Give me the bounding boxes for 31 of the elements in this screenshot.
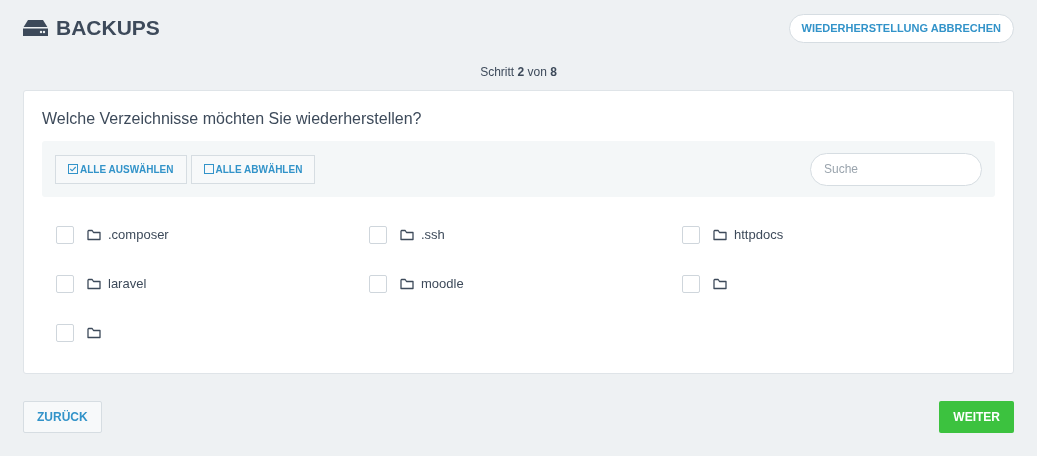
search-field[interactable]: Suche [810,152,982,186]
folder-name: httpdocs [734,226,784,245]
folder-icon [400,278,414,290]
folder-name: .composer [108,226,169,245]
folder-checkbox[interactable] [56,226,74,244]
folder-name: .ssh [421,226,445,245]
folder-checkbox[interactable] [56,275,74,293]
page-title: BACKUPS [56,15,160,42]
hard-drive-icon [23,20,48,36]
folder-name: moodle [421,275,464,294]
folder-icon [400,229,414,241]
back-button[interactable]: ZURÜCK [23,401,102,433]
folder-icon [87,327,101,339]
cancel-restore-button[interactable]: WIEDERHERSTELLUNG ABBRECHEN [788,13,1014,43]
folder-icon [713,229,727,241]
deselect-all-button[interactable]: ALLE ABWÄHLEN [190,154,316,184]
folder-icon [87,278,101,290]
empty-box-icon [203,164,214,174]
select-all-button[interactable]: ALLE AUSWÄHLEN [55,154,187,184]
folder-checkbox[interactable] [369,226,387,244]
folder-checkbox[interactable] [56,324,74,342]
folder-icon [87,229,101,241]
folder-icon [713,278,727,290]
checked-box-icon [68,164,78,174]
next-button[interactable]: WEITER [939,401,1014,433]
folder-checkbox[interactable] [369,275,387,293]
folder-checkbox[interactable] [682,226,700,244]
folder-checkbox[interactable] [682,275,700,293]
question-heading: Welche Verzeichnisse möchten Sie wiederherstellen? [42,109,423,129]
folder-name: laravel [108,275,147,294]
step-indicator: Schritt 2 von 8 [480,64,557,81]
